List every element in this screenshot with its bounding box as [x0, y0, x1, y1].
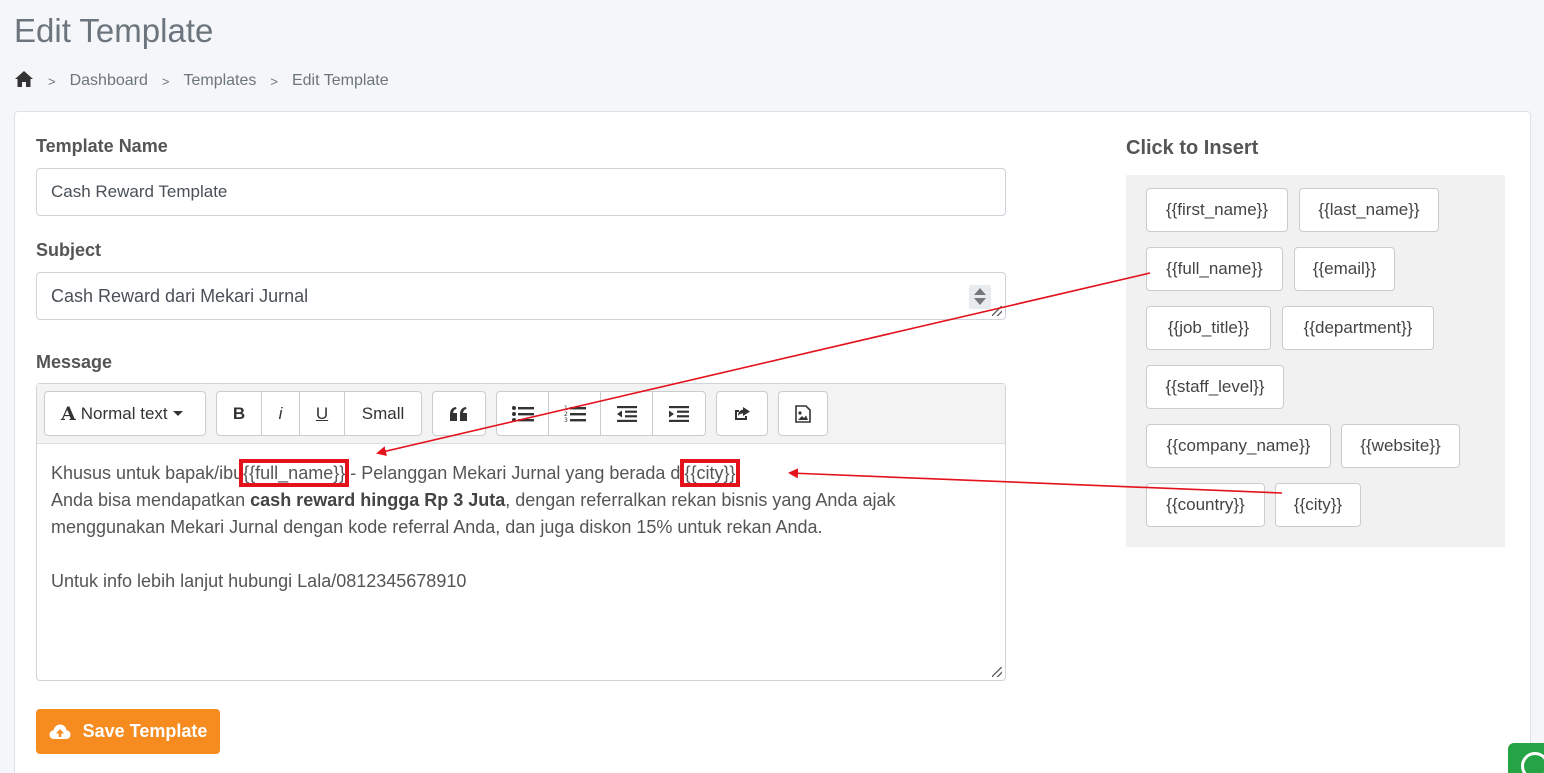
font-icon: A	[61, 402, 76, 425]
breadcrumb-dashboard[interactable]: Dashboard	[70, 72, 148, 90]
full-name-placeholder: {{full_name}}	[239, 459, 350, 487]
bold-button[interactable]: B	[217, 392, 262, 435]
message-line-1: Khusus untuk bapak/ibu{{full_name}} - Pe…	[51, 459, 740, 487]
list-group: 123	[496, 391, 706, 436]
link-button[interactable]	[717, 392, 767, 435]
city-placeholder: {{city}}	[680, 459, 740, 487]
template-form-card: Template Name Cash Reward Template Subje…	[14, 111, 1531, 773]
save-template-button[interactable]: Save Template	[36, 709, 220, 754]
message-line-2: Anda bisa mendapatkan cash reward hingga…	[51, 490, 896, 510]
format-dropdown[interactable]: A Normal text	[45, 392, 199, 435]
click-to-insert-title: Click to Insert	[1126, 137, 1259, 159]
tag-job-title[interactable]: {{job_title}}	[1146, 306, 1271, 350]
quote-button[interactable]	[433, 392, 485, 435]
tag-last-name[interactable]: {{last_name}}	[1299, 188, 1439, 232]
spinner-icon[interactable]	[969, 285, 991, 309]
message-line-3: menggunakan Mekari Jurnal dengan kode re…	[51, 517, 823, 537]
chevron-right-icon: >	[270, 73, 278, 89]
chevron-right-icon: >	[161, 73, 170, 89]
svg-text:3: 3	[564, 417, 568, 423]
template-name-input[interactable]: Cash Reward Template	[36, 168, 1006, 216]
tag-country[interactable]: {{country}}	[1146, 483, 1265, 527]
caret-down-icon	[172, 411, 183, 416]
editor-resize-handle-icon[interactable]	[992, 667, 1002, 677]
resize-handle-icon[interactable]	[992, 306, 1002, 316]
numbered-list-icon: 123	[564, 405, 586, 423]
quote-group	[432, 391, 486, 436]
italic-button[interactable]: i	[262, 392, 300, 435]
breadcrumb: > Dashboard > Templates > Edit Template	[14, 70, 389, 92]
outdent-icon	[616, 405, 637, 422]
subject-input[interactable]: Cash Reward dari Mekari Jurnal	[36, 272, 1006, 320]
tag-department[interactable]: {{department}}	[1282, 306, 1434, 350]
indent-icon	[669, 405, 689, 422]
quote-icon	[450, 406, 467, 421]
text-style-group: B i U Small	[216, 391, 422, 436]
tag-staff-level[interactable]: {{staff_level}}	[1146, 365, 1284, 409]
numbered-list-button[interactable]: 123	[549, 392, 601, 435]
bullet-list-icon	[511, 405, 534, 422]
message-label: Message	[36, 352, 113, 372]
outdent-button[interactable]	[601, 392, 653, 435]
link-group	[716, 391, 768, 436]
image-icon	[795, 404, 811, 423]
indent-button[interactable]	[653, 392, 705, 435]
insert-tags-panel: {{first_name}} {{last_name}} {{full_name…	[1126, 175, 1505, 547]
tag-company-name[interactable]: {{company_name}}	[1146, 424, 1331, 468]
whatsapp-chat-icon[interactable]	[1508, 743, 1544, 773]
format-group: A Normal text	[44, 391, 206, 436]
home-icon[interactable]	[14, 70, 34, 93]
cloud-upload-icon	[49, 724, 71, 739]
small-button[interactable]: Small	[345, 392, 421, 435]
message-body[interactable]: Khusus untuk bapak/ibu{{full_name}} - Pe…	[37, 444, 1005, 611]
insert-image-button[interactable]	[779, 392, 827, 435]
tag-city[interactable]: {{city}}	[1275, 483, 1361, 527]
subject-value: Cash Reward dari Mekari Jurnal	[51, 285, 309, 306]
breadcrumb-templates[interactable]: Templates	[183, 72, 256, 90]
message-line-5: Untuk info lebih lanjut hubungi Lala/081…	[51, 571, 467, 591]
message-editor[interactable]: A Normal text B i U Small 1 2 3 Khusus u…	[36, 383, 1006, 681]
image-group	[778, 391, 828, 436]
tag-full-name[interactable]: {{full_name}}	[1146, 247, 1283, 291]
tag-email[interactable]: {{email}}	[1294, 247, 1395, 291]
bullet-list-button[interactable]	[497, 392, 549, 435]
page-title: Edit Template	[14, 12, 214, 49]
underline-button[interactable]: U	[300, 392, 345, 435]
chevron-right-icon: >	[48, 73, 56, 89]
editor-toolbar: A Normal text B i U Small 1 2 3	[37, 384, 1005, 444]
template-name-label: Template Name	[36, 136, 168, 156]
breadcrumb-edit-template: Edit Template	[291, 72, 389, 89]
subject-label: Subject	[36, 240, 102, 260]
share-icon	[735, 406, 750, 420]
tag-first-name[interactable]: {{first_name}}	[1146, 188, 1288, 232]
tag-website[interactable]: {{website}}	[1341, 424, 1460, 468]
